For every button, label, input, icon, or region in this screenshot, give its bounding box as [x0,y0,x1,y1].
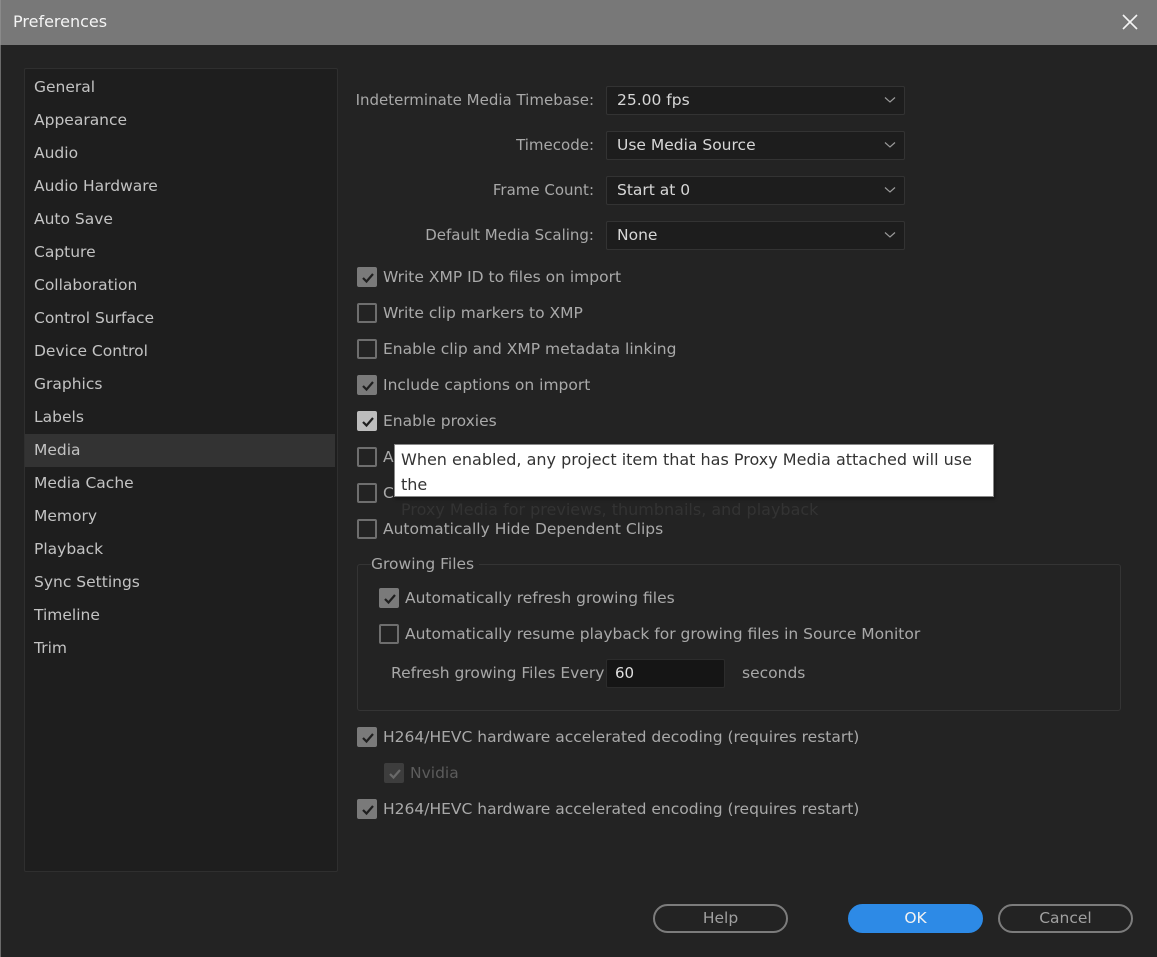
refresh-unit-label: seconds [742,664,806,682]
chevron-down-icon [884,142,896,148]
ok-button[interactable]: OK [848,904,983,933]
sidebar-item-control-surface[interactable]: Control Surface [25,302,337,335]
media-scaling-value: None [617,226,658,244]
create-folder-checkbox[interactable]: C [357,481,394,505]
chevron-down-icon [884,97,896,103]
frame-count-value: Start at 0 [617,181,691,199]
title-bar[interactable]: Preferences [0,0,1157,45]
cancel-button[interactable]: Cancel [998,904,1133,933]
sidebar-item-graphics[interactable]: Graphics [25,368,337,401]
create-folder-label: C [383,484,394,502]
sidebar-item-memory[interactable]: Memory [25,500,337,533]
hide-dependent-clips-label: Automatically Hide Dependent Clips [383,520,664,538]
hw-encoding-checkbox[interactable]: H264/HEVC hardware accelerated encoding … [357,797,859,821]
auto-resume-checkbox[interactable]: Automatically resume playback for growin… [379,622,920,646]
checkbox-unchecked[interactable] [357,483,377,503]
sidebar-item-general[interactable]: General [25,71,337,104]
sidebar-item-capture[interactable]: Capture [25,236,337,269]
chevron-down-icon [884,187,896,193]
media-scaling-label: Default Media Scaling: [425,226,594,244]
checkbox-unchecked[interactable] [357,303,377,323]
auto-refresh-label: Automatically refresh growing files [405,589,675,607]
include-captions-checkbox[interactable]: Include captions on import [357,373,590,397]
timebase-label: Indeterminate Media Timebase: [355,91,594,109]
tooltip-line-1: When enabled, any project item that has … [401,450,972,494]
checkbox-checked[interactable] [357,799,377,819]
category-list: General Appearance Audio Audio Hardware … [24,68,338,872]
media-scaling-select[interactable]: None [606,221,905,250]
checkbox-checked-disabled [384,763,404,783]
timebase-value: 25.00 fps [617,91,690,109]
sidebar-item-collaboration[interactable]: Collaboration [25,269,337,302]
help-button[interactable]: Help [653,904,788,933]
checkbox-unchecked[interactable] [379,624,399,644]
allow-duplicate-media-label: A [383,448,394,466]
allow-duplicate-media-checkbox[interactable]: A [357,445,394,469]
timecode-select[interactable]: Use Media Source [606,131,905,160]
sidebar-item-sync-settings[interactable]: Sync Settings [25,566,337,599]
write-xmp-id-checkbox[interactable]: Write XMP ID to files on import [357,265,621,289]
tooltip-line-2: Proxy Media for previews, thumbnails, an… [401,500,819,519]
write-xmp-id-label: Write XMP ID to files on import [383,268,622,286]
sidebar-item-playback[interactable]: Playback [25,533,337,566]
enable-proxies-checkbox[interactable]: Enable proxies [357,409,497,433]
timecode-label: Timecode: [516,136,594,154]
checkbox-unchecked[interactable] [357,447,377,467]
auto-refresh-checkbox[interactable]: Automatically refresh growing files [379,586,675,610]
sidebar-item-timeline[interactable]: Timeline [25,599,337,632]
sidebar-item-auto-save[interactable]: Auto Save [25,203,337,236]
metadata-linking-label: Enable clip and XMP metadata linking [383,340,677,358]
hw-encoding-label: H264/HEVC hardware accelerated encoding … [383,800,860,818]
hw-decoding-checkbox[interactable]: H264/HEVC hardware accelerated decoding … [357,725,859,749]
checkbox-checked[interactable] [357,375,377,395]
write-clip-markers-label: Write clip markers to XMP [383,304,583,322]
checkbox-checked[interactable] [357,411,377,431]
checkbox-checked[interactable] [357,267,377,287]
write-clip-markers-checkbox[interactable]: Write clip markers to XMP [357,301,583,325]
sidebar-item-labels[interactable]: Labels [25,401,337,434]
timebase-select[interactable]: 25.00 fps [606,86,905,115]
hw-decoding-label: H264/HEVC hardware accelerated decoding … [383,728,860,746]
window-title: Preferences [13,12,108,31]
growing-files-title: Growing Files [371,555,480,573]
checkbox-unchecked[interactable] [357,519,377,539]
sidebar-item-device-control[interactable]: Device Control [25,335,337,368]
metadata-linking-checkbox[interactable]: Enable clip and XMP metadata linking [357,337,676,361]
checkbox-checked[interactable] [379,588,399,608]
checkbox-checked[interactable] [357,727,377,747]
auto-resume-label: Automatically resume playback for growin… [405,625,921,643]
nvidia-label: Nvidia [410,764,459,782]
refresh-interval-label: Refresh growing Files Every [391,664,605,682]
nvidia-checkbox: Nvidia [384,761,459,785]
close-icon[interactable] [1119,11,1141,33]
include-captions-label: Include captions on import [383,376,591,394]
sidebar-item-audio-hardware[interactable]: Audio Hardware [25,170,337,203]
proxies-tooltip: When enabled, any project item that has … [394,444,994,519]
sidebar-item-audio[interactable]: Audio [25,137,337,170]
timecode-value: Use Media Source [617,136,756,154]
refresh-interval-input[interactable]: 60 [606,659,725,688]
sidebar-item-media[interactable]: Media [25,434,335,467]
sidebar-item-appearance[interactable]: Appearance [25,104,337,137]
sidebar-item-trim[interactable]: Trim [25,632,337,665]
chevron-down-icon [884,232,896,238]
enable-proxies-label: Enable proxies [383,412,497,430]
frame-count-select[interactable]: Start at 0 [606,176,905,205]
checkbox-unchecked[interactable] [357,339,377,359]
frame-count-label: Frame Count: [492,181,594,199]
sidebar-item-media-cache[interactable]: Media Cache [25,467,337,500]
